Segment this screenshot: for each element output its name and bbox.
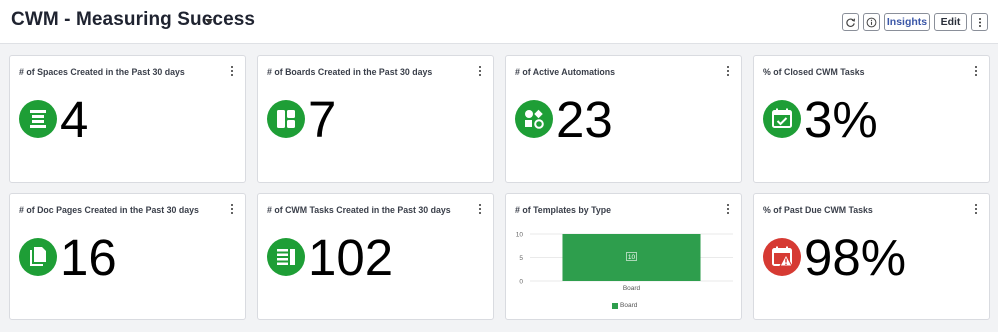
kpi-card-doc-pages[interactable]: # of Doc Pages Created in the Past 30 da… — [9, 193, 246, 320]
card-menu-icon[interactable] — [229, 203, 235, 215]
card-title: # of Doc Pages Created in the Past 30 da… — [19, 205, 199, 215]
kpi-value: 7 — [308, 91, 337, 148]
title-dropdown-caret-icon[interactable] — [205, 19, 213, 24]
kpi-value: 102 — [308, 229, 394, 286]
refresh-icon — [846, 18, 856, 27]
kpi-card-cwm-tasks[interactable]: # of CWM Tasks Created in the Past 30 da… — [257, 193, 494, 320]
card-title: % of Closed CWM Tasks — [763, 67, 865, 77]
boards-icon — [267, 100, 305, 138]
y-tick-label: 5 — [519, 255, 523, 262]
spaces-icon — [19, 100, 57, 138]
dashboard-header: CWM - Measuring Success Insights Edit — [0, 0, 998, 44]
kpi-value: 23 — [556, 91, 613, 148]
card-title: # of CWM Tasks Created in the Past 30 da… — [267, 205, 451, 215]
card-menu-icon[interactable] — [973, 203, 979, 215]
automations-icon — [515, 100, 553, 138]
refresh-button[interactable] — [842, 13, 859, 31]
card-title: % of Past Due CWM Tasks — [763, 205, 873, 215]
card-title: # of Active Automations — [515, 67, 616, 77]
kpi-card-automations[interactable]: # of Active Automations 23 — [505, 55, 742, 183]
kpi-value: 16 — [60, 229, 117, 286]
calendar-check-icon — [763, 100, 801, 138]
kpi-card-closed-tasks[interactable]: % of Closed CWM Tasks 3% — [753, 55, 990, 183]
y-tick-label: 0 — [519, 279, 523, 286]
kebab-icon — [978, 17, 981, 27]
doc-pages-icon — [19, 238, 57, 276]
card-title: # of Spaces Created in the Past 30 days — [19, 67, 185, 77]
chart-card-templates[interactable]: # of Templates by Type 0 5 10 10 Board Board — [505, 193, 742, 320]
info-icon — [866, 17, 877, 27]
edit-button[interactable]: Edit — [934, 13, 967, 31]
kpi-card-boards[interactable]: # of Boards Created in the Past 30 days … — [257, 55, 494, 183]
card-menu-icon[interactable] — [477, 203, 483, 215]
card-menu-icon[interactable] — [725, 65, 731, 77]
legend-label: Board — [620, 302, 638, 309]
kpi-card-past-due[interactable]: % of Past Due CWM Tasks 98% — [753, 193, 990, 320]
card-title: # of Boards Created in the Past 30 days — [267, 67, 433, 77]
card-menu-icon[interactable] — [477, 65, 483, 77]
kpi-value: 4 — [60, 91, 89, 148]
legend-swatch — [612, 303, 618, 309]
card-menu-icon[interactable] — [973, 65, 979, 77]
info-button[interactable] — [863, 13, 880, 31]
x-tick-label: Board — [623, 285, 641, 292]
page-title: CWM - Measuring Success — [11, 9, 256, 30]
more-options-button[interactable] — [971, 13, 988, 31]
card-menu-icon[interactable] — [229, 65, 235, 77]
kpi-value: 3% — [804, 91, 878, 148]
tasks-list-icon — [267, 238, 305, 276]
data-label: 10 — [628, 254, 636, 261]
kpi-card-spaces[interactable]: # of Spaces Created in the Past 30 days … — [9, 55, 246, 183]
y-tick-label: 10 — [516, 232, 524, 239]
calendar-warning-icon — [763, 238, 801, 276]
kpi-value: 98% — [804, 229, 907, 286]
insights-button[interactable]: Insights — [884, 13, 930, 31]
